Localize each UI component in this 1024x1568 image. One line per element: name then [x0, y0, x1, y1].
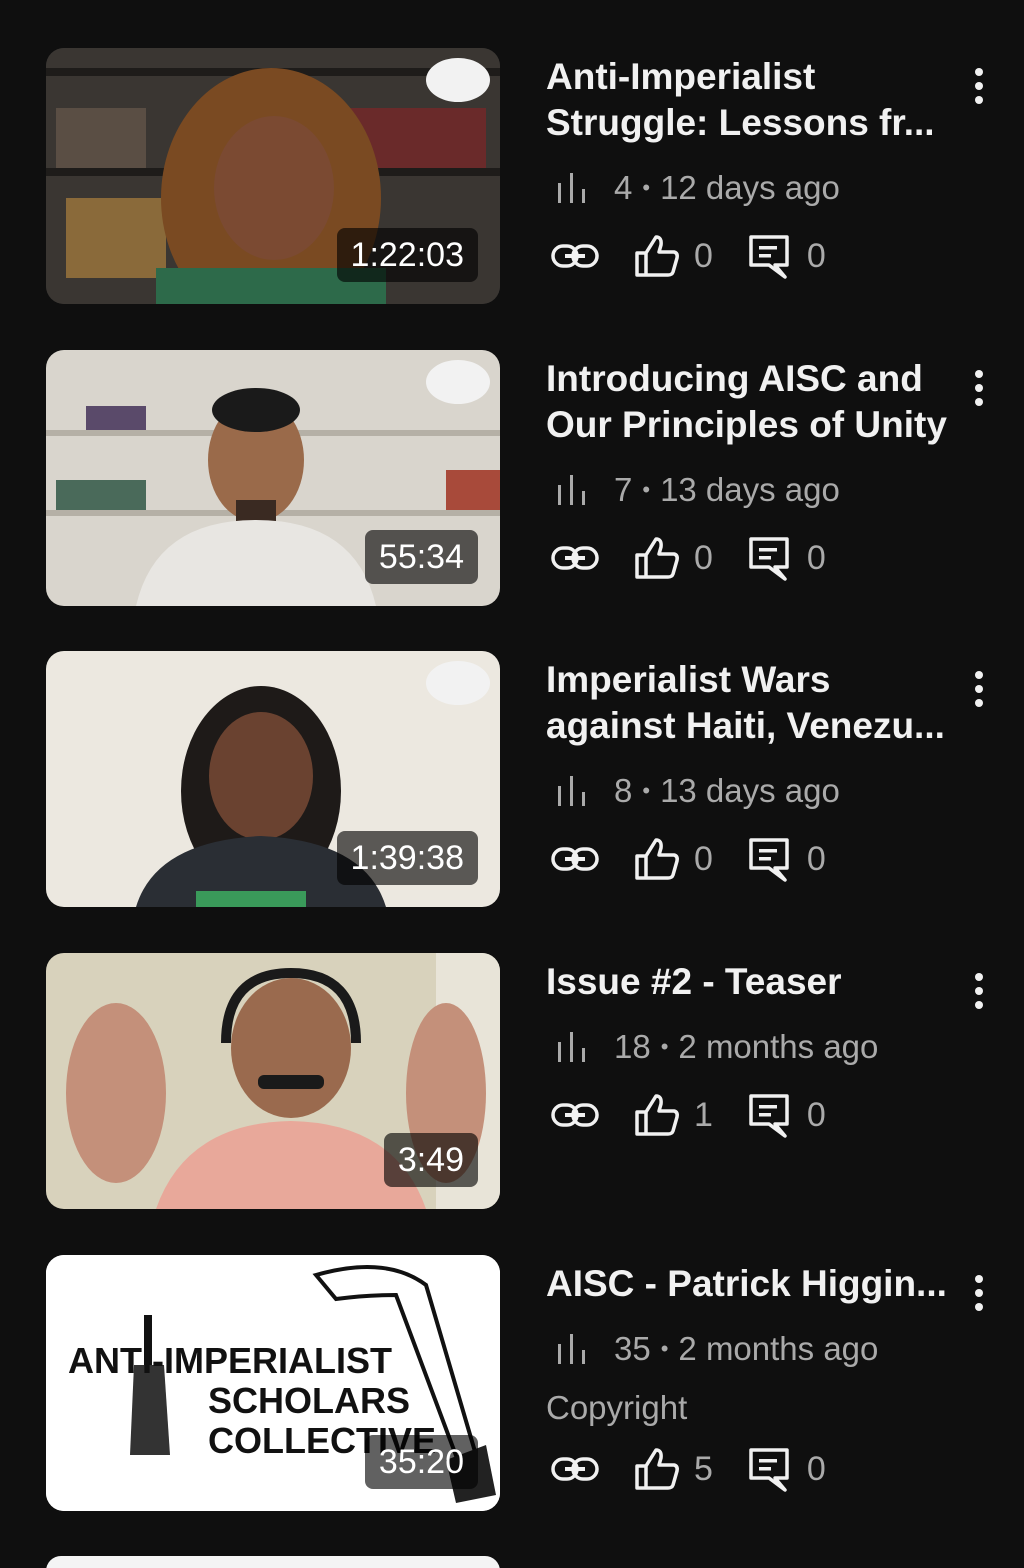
- video-stats: 4 • 12 days ago: [546, 166, 956, 210]
- comment-icon[interactable]: [745, 1092, 795, 1138]
- video-thumbnail[interactable]: 3:49: [46, 953, 500, 1209]
- video-row[interactable]: 1:39:38 Imperialist Wars against Haiti, …: [0, 651, 1024, 907]
- comment-count: 0: [806, 538, 826, 577]
- like-count: 0: [694, 538, 713, 577]
- like-count: 5: [694, 1449, 713, 1488]
- video-info: Introducing AISC and Our Principles of U…: [546, 350, 956, 582]
- view-count: 7: [614, 471, 633, 508]
- video-info: Imperialist Wars against Haiti, Venezu..…: [546, 651, 956, 883]
- video-info: Issue #2 - Teaser 18 • 2 months ago 1 0: [546, 953, 956, 1139]
- stats-separator: •: [642, 778, 651, 803]
- bar-chart-icon: [558, 1032, 585, 1062]
- video-row[interactable]: 55:34 Introducing AISC and Our Principle…: [0, 350, 1024, 606]
- video-title[interactable]: AISC - Patrick Higgin...: [546, 1261, 956, 1307]
- link-icon[interactable]: [550, 1446, 600, 1492]
- thumbs-up-icon[interactable]: [632, 233, 682, 279]
- thumbs-up-icon[interactable]: [632, 836, 682, 882]
- like-count: 0: [694, 236, 713, 275]
- video-stats: 7 • 13 days ago: [546, 468, 956, 512]
- video-stats: 18 • 2 months ago: [546, 1025, 956, 1069]
- channel-logo-badge: [426, 661, 490, 705]
- stats-separator: •: [660, 1034, 669, 1059]
- more-vert-icon[interactable]: [960, 56, 998, 116]
- video-title[interactable]: Anti-Imperialist Struggle: Lessons fr...: [546, 54, 956, 146]
- video-info: Anti-Imperialist Struggle: Lessons fr...…: [546, 48, 956, 280]
- channel-logo-badge: [426, 360, 490, 404]
- video-duration: 3:49: [383, 1133, 478, 1187]
- stats-separator: •: [642, 175, 651, 200]
- video-duration: 35:20: [364, 1435, 478, 1489]
- view-count: 4: [614, 169, 633, 206]
- thumbs-up-icon[interactable]: [632, 1092, 682, 1138]
- upload-age: 13 days ago: [660, 471, 840, 508]
- video-stats: 8 • 13 days ago: [546, 769, 956, 813]
- more-vert-icon[interactable]: [960, 961, 998, 1021]
- bar-chart-icon: [558, 1334, 585, 1364]
- thumbs-up-icon[interactable]: [632, 535, 682, 581]
- logo-text-line1: ANTI-IMPERIALIST: [68, 1340, 392, 1381]
- video-actions: 0 0: [546, 534, 956, 582]
- next-video-thumbnail-peek[interactable]: [46, 1556, 500, 1568]
- video-duration: 1:22:03: [336, 228, 478, 282]
- stats-separator: •: [660, 1336, 669, 1361]
- more-vert-icon[interactable]: [960, 358, 998, 418]
- video-duration: 1:39:38: [336, 831, 478, 885]
- more-vert-icon[interactable]: [960, 659, 998, 719]
- comment-icon[interactable]: [745, 535, 795, 581]
- upload-age: 2 months ago: [678, 1330, 879, 1367]
- video-thumbnail[interactable]: 1:39:38: [46, 651, 500, 907]
- view-count: 35: [614, 1330, 651, 1367]
- upload-age: 2 months ago: [678, 1028, 879, 1065]
- logo-text-line2: SCHOLARS: [208, 1380, 410, 1421]
- bar-chart-icon: [558, 776, 585, 806]
- comment-count: 0: [806, 236, 826, 275]
- video-actions: 0 0: [546, 835, 956, 883]
- video-actions: 0 0: [546, 232, 956, 280]
- video-thumbnail[interactable]: 1:22:03: [46, 48, 500, 304]
- comment-count: 0: [806, 1095, 826, 1134]
- link-icon[interactable]: [550, 836, 600, 882]
- video-actions: 5 0: [546, 1445, 956, 1493]
- upload-age: 12 days ago: [660, 169, 840, 206]
- video-thumbnail[interactable]: 55:34: [46, 350, 500, 606]
- video-row[interactable]: 1:22:03 Anti-Imperialist Struggle: Lesso…: [0, 48, 1024, 304]
- stats-separator: •: [642, 477, 651, 502]
- view-count: 18: [614, 1028, 651, 1065]
- view-count: 8: [614, 772, 633, 809]
- video-title[interactable]: Issue #2 - Teaser: [546, 959, 956, 1005]
- channel-logo-badge: [426, 58, 490, 102]
- link-icon[interactable]: [550, 233, 600, 279]
- video-row[interactable]: ANTI-IMPERIALIST SCHOLARS COLLECTIVE 35:…: [0, 1255, 1024, 1515]
- video-stats: 35 • 2 months ago: [546, 1327, 956, 1371]
- comment-icon[interactable]: [745, 1446, 795, 1492]
- comment-count: 0: [806, 1449, 826, 1488]
- thumbs-up-icon[interactable]: [632, 1446, 682, 1492]
- video-title[interactable]: Introducing AISC and Our Principles of U…: [546, 356, 956, 448]
- comment-count: 0: [806, 839, 826, 878]
- video-thumbnail[interactable]: ANTI-IMPERIALIST SCHOLARS COLLECTIVE 35:…: [46, 1255, 500, 1511]
- video-duration: 55:34: [364, 530, 478, 584]
- bar-chart-icon: [558, 173, 585, 203]
- comment-icon[interactable]: [745, 836, 795, 882]
- copyright-label[interactable]: Copyright: [546, 1389, 956, 1427]
- comment-icon[interactable]: [745, 233, 795, 279]
- more-vert-icon[interactable]: [960, 1263, 998, 1323]
- like-count: 1: [694, 1095, 713, 1134]
- video-actions: 1 0: [546, 1091, 956, 1139]
- video-row[interactable]: 3:49 Issue #2 - Teaser 18 • 2 months ago…: [0, 953, 1024, 1209]
- video-info: AISC - Patrick Higgin... 35 • 2 months a…: [546, 1255, 956, 1493]
- upload-age: 13 days ago: [660, 772, 840, 809]
- video-title[interactable]: Imperialist Wars against Haiti, Venezu..…: [546, 657, 956, 749]
- bar-chart-icon: [558, 475, 585, 505]
- like-count: 0: [694, 839, 713, 878]
- link-icon[interactable]: [550, 535, 600, 581]
- link-icon[interactable]: [550, 1092, 600, 1138]
